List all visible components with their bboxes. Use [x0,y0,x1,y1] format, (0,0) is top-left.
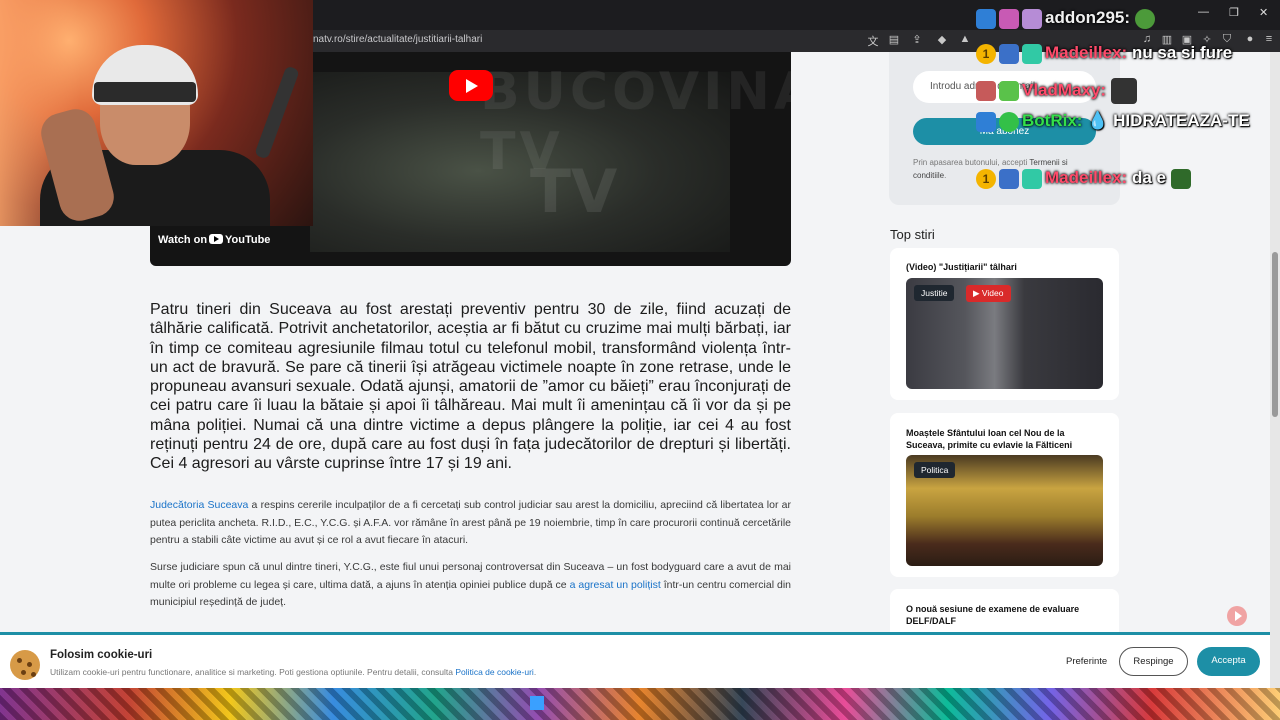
news-card[interactable]: Moaștele Sfântului Ioan cel Nou de la Su… [890,413,1119,577]
hammer-badge-icon [976,111,996,132]
chat-message: 1 Madeillex: nu sa si fure [976,43,1232,64]
youtube-logo[interactable]: YouTube [209,234,270,246]
coin-badge-icon: 1 [976,43,996,64]
top-stiri-heading: Top stiri [890,227,935,242]
emote-icon [1110,78,1137,104]
article-paragraph-2: Surse judiciare spun că unul dintre tine… [150,559,791,612]
taskbar [0,688,1280,720]
streamer-hat-band [94,82,196,102]
microphone [254,65,300,160]
chat-message: VladMaxy: [976,78,1140,104]
terms-text: Prin apasarea butonului, accepti [913,158,1030,167]
wallpaper-pattern [0,688,1280,720]
webcam-overlay [0,0,313,226]
chat-message: 1 Madeillex: da e [976,168,1194,189]
reader-mode-icon[interactable]: ▤ [887,33,901,46]
chat-text: da e [1131,168,1166,187]
emote-icon [976,81,996,101]
chat-message: BotRix: 💧 HIDRATEAZA-TE [976,111,1250,132]
emote-icon [999,168,1019,189]
extension-icon[interactable]: ● [1243,33,1257,45]
news-card[interactable]: (Video) "Justițiarii" tâlhari Justitie ▶… [890,248,1119,400]
cookie-policy-link[interactable]: Politica de cookie-uri [455,667,533,677]
cookie-description: Utilizam cookie-uri pentru functionare, … [50,667,536,677]
url-text[interactable]: natv.ro/stire/actualitate/justitiarii-ta… [313,34,482,45]
share-icon[interactable]: ⇪ [910,33,924,46]
accept-button[interactable]: Accepta [1197,647,1260,676]
chat-username: addon295: [1045,8,1131,27]
chat-username: Madeillex: [1045,168,1128,187]
news-card-image[interactable]: Politica [906,455,1103,566]
cookie-text-end: . [533,667,537,677]
news-card-title[interactable]: (Video) "Justițiarii" tâlhari [906,261,1106,273]
youtube-logo-icon [209,234,223,244]
translate-icon[interactable]: 文 [866,33,880,49]
minimize-icon[interactable]: — [1198,6,1209,18]
emote-icon [999,43,1019,64]
floating-play-icon[interactable] [1227,606,1247,626]
chat-message: addon295: [976,8,1158,29]
terms-text-end: . [944,171,947,180]
close-icon[interactable]: ✕ [1259,6,1268,19]
category-badge[interactable]: Politica [914,462,956,478]
cookie-icon [10,650,40,680]
cookie-text: Utilizam cookie-uri pentru functionare, … [50,667,456,677]
scrollbar[interactable] [1270,52,1280,688]
video-watermark-bottom: TV [530,157,618,227]
gift-badge-icon [999,81,1019,101]
hammer-badge-icon [976,8,996,29]
coin-badge-icon: 1 [976,168,996,189]
emote-icon [999,8,1019,29]
reject-button[interactable]: Respinge [1119,647,1188,676]
chat-text: nu sa si fure [1131,43,1233,62]
video-watermark: BUCOVINA TV [480,62,791,182]
cookie-title: Folosim cookie-uri [50,649,153,661]
windows-start-icon[interactable] [530,696,544,710]
scrollbar-thumb[interactable] [1272,252,1278,417]
article-lead-paragraph: Patru tineri din Suceava au fost arestaț… [150,301,791,473]
chat-text: 💧 HIDRATEAZA-TE [1087,111,1250,130]
category-badge[interactable]: Justitie [914,285,955,301]
youtube-play-icon[interactable] [449,70,493,101]
menu-icon[interactable]: ≡ [1262,33,1276,45]
news-card-title[interactable]: Moaștele Sfântului Ioan cel Nou de la Su… [906,427,1106,451]
news-card-image[interactable]: Justitie ▶ Video [906,278,1103,389]
watch-on-label[interactable]: Watch on [158,234,207,246]
chat-username: VladMaxy: [1022,80,1107,100]
brave-shield-icon[interactable]: ◆ [935,33,949,46]
preferences-button[interactable]: Preferinte [1066,656,1107,667]
article-paragraph-1: Judecătoria Suceava a respins cererile i… [150,497,791,550]
cookie-banner: Folosim cookie-uri Utilizam cookie-uri p… [0,632,1270,688]
youtube-logo-text: YouTube [225,234,271,246]
news-card[interactable]: O nouă sesiune de examene de evaluare DE… [890,589,1119,636]
verified-badge-icon [999,111,1019,132]
chat-username: BotRix: [1022,111,1083,130]
gift-badge-icon [1022,8,1042,29]
rewards-icon[interactable]: ▲ [958,33,972,45]
maximize-icon[interactable]: ❐ [1229,6,1239,19]
judecatoria-link[interactable]: Judecătoria Suceava [150,499,248,511]
gift-badge-icon [1022,43,1042,64]
video-badge[interactable]: ▶ Video [966,285,1011,302]
gift-badge-icon [1022,168,1042,189]
agresat-politist-link[interactable]: a agresat un polițist [570,579,661,591]
emote-icon [1170,168,1191,189]
news-card-title[interactable]: O nouă sesiune de examene de evaluare DE… [906,603,1106,627]
pepe-emote-icon [1134,8,1155,29]
chat-username: Madeillex: [1045,43,1128,62]
